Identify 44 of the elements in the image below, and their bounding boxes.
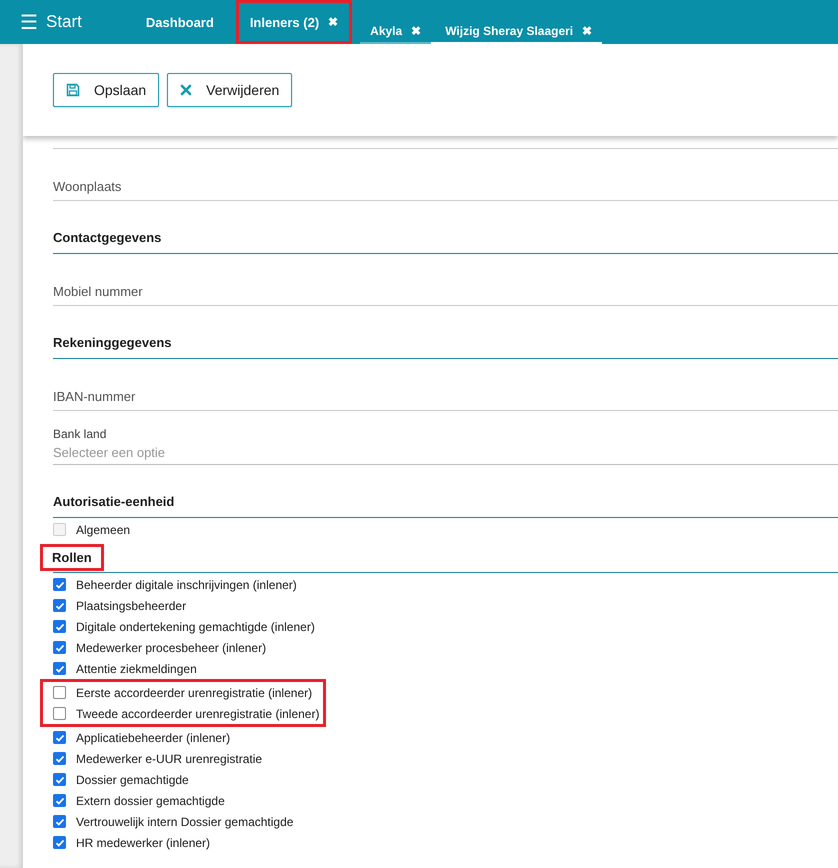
section-heading: Rekeninggegevens: [53, 334, 172, 352]
checkbox-label[interactable]: Dossier gemachtigde: [76, 772, 189, 786]
field-label: Bank land: [53, 427, 106, 441]
checkbox-label[interactable]: Medewerker e-UUR urenregistratie: [76, 752, 262, 766]
checkbox[interactable]: [53, 773, 66, 786]
checkbox-label[interactable]: Medewerker procesbeheer (inlener): [76, 640, 266, 654]
text-field[interactable]: Woonplaats: [53, 149, 838, 201]
checkbox[interactable]: [53, 836, 66, 849]
nav-tab[interactable]: Dashboard: [132, 0, 228, 44]
checkbox-label[interactable]: Extern dossier gemachtigde: [76, 794, 225, 808]
delete-button[interactable]: Verwijderen: [167, 73, 292, 107]
checkbox[interactable]: [53, 731, 66, 744]
app-title[interactable]: Start: [46, 12, 82, 32]
close-icon: [180, 84, 192, 96]
close-icon[interactable]: ✖: [328, 15, 338, 29]
checkbox-label[interactable]: Attentie ziekmeldingen: [76, 662, 197, 676]
checkbox-label[interactable]: HR medewerker (inlener): [76, 836, 210, 850]
section-heading: Autorisatie-eenheid: [53, 493, 174, 511]
checkbox-label[interactable]: Applicatiebeheerder (inlener): [76, 730, 230, 744]
text-field[interactable]: Mobiel nummer: [53, 254, 838, 306]
text-field[interactable]: IBAN-nummer: [53, 359, 838, 411]
checkbox[interactable]: [53, 686, 66, 699]
close-icon[interactable]: ✖: [411, 24, 422, 38]
save-button[interactable]: Opslaan: [53, 73, 160, 107]
floppy-icon: [66, 83, 80, 97]
checkbox[interactable]: [53, 578, 66, 591]
close-icon[interactable]: ✖: [582, 24, 592, 38]
checkbox[interactable]: [53, 794, 66, 807]
nav-tab[interactable]: Inleners (2) ✖: [236, 0, 352, 44]
select-field[interactable]: Bank land Selecteer een optie: [53, 411, 838, 465]
checkbox-label[interactable]: Beheerder digitale inschrijvingen (inlener): [76, 578, 297, 592]
checkbox-label[interactable]: Vertrouwelijk intern Dossier gemachtigde: [76, 814, 294, 828]
checkbox-label[interactable]: Digitale ondertekening gemachtigde (inlener): [76, 620, 315, 634]
checkbox[interactable]: [53, 641, 66, 654]
section-heading: Rollen: [40, 544, 104, 571]
checkbox[interactable]: [53, 662, 66, 675]
checkbox[interactable]: [53, 815, 66, 828]
menu-icon[interactable]: ☰: [20, 10, 38, 34]
checkbox[interactable]: [53, 620, 66, 633]
checkbox[interactable]: [53, 752, 66, 765]
checkbox[interactable]: [53, 707, 66, 720]
checkbox-label[interactable]: Plaatsingsbeheerder: [76, 598, 186, 612]
section-heading: Contactgegevens: [53, 229, 162, 247]
checkbox[interactable]: [53, 599, 66, 612]
